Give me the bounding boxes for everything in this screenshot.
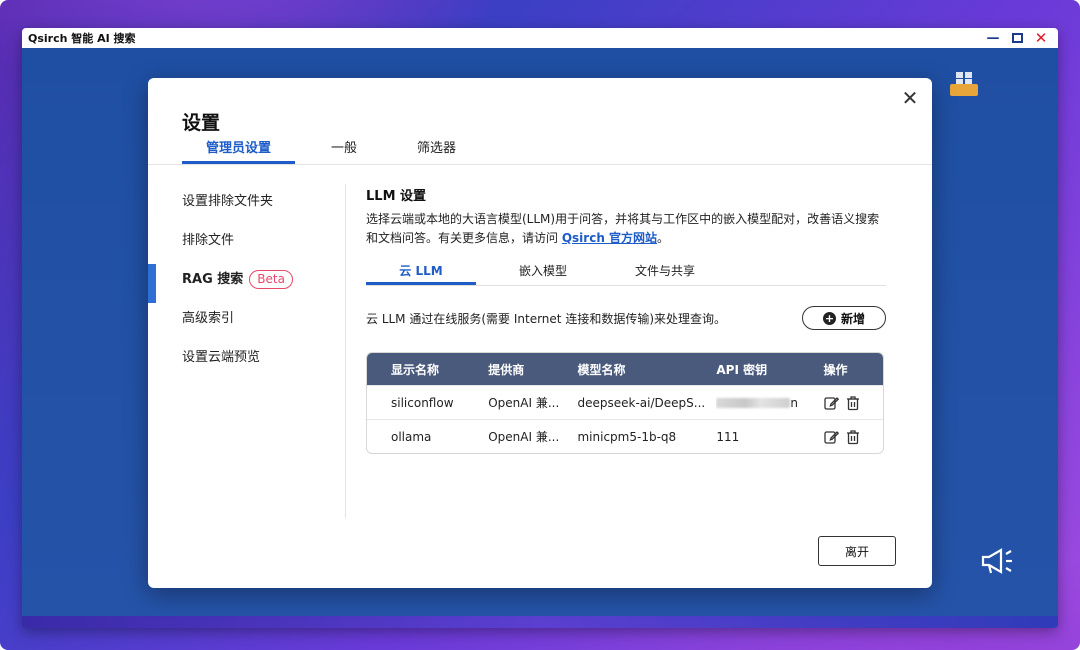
section-description: 选择云端或本地的大语言模型(LLM)用于问答，并将其与工作区中的嵌入模型配对，改… [366, 210, 886, 248]
cell-display-name: siliconflow [391, 395, 454, 410]
trash-icon[interactable] [845, 395, 861, 411]
header-provider: 提供商 [488, 362, 525, 377]
cell-model-name: minicpm5-1b-q8 [577, 429, 677, 444]
cell-model-name: deepseek-ai/DeepS... [577, 395, 706, 410]
sub-tabs: 云 LLM 嵌入模型 文件与共享 [366, 262, 886, 286]
tab-admin-settings[interactable]: 管理员设置 [182, 140, 296, 164]
tab-filters[interactable]: 筛选器 [393, 140, 480, 164]
cloud-llm-row: 云 LLM 通过在线服务(需要 Internet 连接和数据传输)来处理查询。 … [366, 306, 886, 330]
sidebar-item-label: 设置云端预览 [182, 350, 261, 365]
dialog-title: 设置 [182, 112, 221, 134]
sidebar-item-advanced-index[interactable]: 高级索引 [148, 299, 344, 338]
sidebar-item-cloud-preview[interactable]: 设置云端预览 [148, 338, 344, 377]
add-button[interactable]: + 新增 [802, 306, 886, 330]
tab-general[interactable]: 一般 [295, 140, 393, 164]
llm-table: 显示名称 提供商 模型名称 API 密钥 操作 siliconflow Open… [366, 352, 884, 454]
megaphone-icon[interactable] [980, 546, 1016, 580]
window-titlebar: Qsirch 智能 AI 搜索 — ✕ [22, 28, 1058, 48]
minimize-icon[interactable]: — [986, 31, 1000, 45]
blurred-api-key [716, 398, 791, 408]
sidebar-item-exclude-folders[interactable]: 设置排除文件夹 [148, 182, 344, 221]
tabs-divider [148, 164, 932, 165]
sidebar-item-rag-search[interactable]: RAG 搜索 Beta [148, 260, 344, 303]
cell-api-key: n [716, 396, 823, 410]
api-key-tail: n [790, 395, 798, 410]
vertical-divider [345, 184, 346, 518]
window-title: Qsirch 智能 AI 搜索 [28, 32, 136, 45]
sidebar-item-label: 排除文件 [182, 233, 235, 248]
top-tabs: 管理员设置 一般 筛选器 [182, 140, 480, 164]
llm-settings-panel: LLM 设置 选择云端或本地的大语言模型(LLM)用于问答，并将其与工作区中的嵌… [366, 185, 886, 454]
cell-provider: OpenAI 兼... [488, 396, 560, 410]
sidebar-item-label: 设置排除文件夹 [182, 194, 274, 209]
edit-icon[interactable] [823, 429, 840, 445]
window-close-icon[interactable]: ✕ [1034, 30, 1048, 45]
header-actions: 操作 [823, 362, 848, 377]
description-suffix: 。 [657, 231, 670, 245]
header-api-key: API 密钥 [716, 362, 768, 377]
settings-dialog: ✕ 设置 管理员设置 一般 筛选器 设置排除文件夹 排除文件 RAG 搜索 Bet… [148, 78, 932, 588]
table-header: 显示名称 提供商 模型名称 API 密钥 操作 [367, 353, 883, 385]
cell-provider: OpenAI 兼... [488, 430, 560, 444]
settings-sidebar: 设置排除文件夹 排除文件 RAG 搜索 Beta 高级索引 设置云端预览 [148, 182, 344, 377]
cell-display-name: ollama [391, 429, 432, 444]
edit-icon[interactable] [823, 395, 840, 411]
window-controls: — ✕ [986, 30, 1048, 45]
maximize-icon[interactable] [1010, 31, 1024, 45]
sidebar-item-exclude-files[interactable]: 排除文件 [148, 221, 344, 260]
beta-badge: Beta [249, 270, 293, 289]
trash-icon[interactable] [845, 429, 861, 445]
row-actions [823, 429, 883, 445]
row-actions [823, 395, 883, 411]
official-site-link[interactable]: Qsirch 官方网站 [562, 231, 657, 245]
header-display-name: 显示名称 [391, 362, 440, 377]
leave-button[interactable]: 离开 [818, 536, 896, 566]
tab-embedding-model[interactable]: 嵌入模型 [488, 262, 598, 285]
table-row[interactable]: ollama OpenAI 兼... minicpm5-1b-q8 111 [367, 419, 883, 453]
app-icon[interactable] [948, 70, 980, 98]
plus-circle-icon: + [822, 311, 836, 325]
sidebar-item-label: 高级索引 [182, 311, 235, 326]
table-row[interactable]: siliconflow OpenAI 兼... deepseek-ai/Deep… [367, 385, 883, 419]
sidebar-item-label: RAG 搜索 [182, 272, 244, 287]
add-button-label: 新增 [840, 311, 865, 326]
tab-cloud-llm[interactable]: 云 LLM [366, 262, 476, 285]
tab-files-shares[interactable]: 文件与共享 [610, 262, 720, 285]
cloud-llm-description: 云 LLM 通过在线服务(需要 Internet 连接和数据传输)来处理查询。 [366, 311, 726, 326]
header-model-name: 模型名称 [577, 362, 626, 377]
close-icon[interactable]: ✕ [900, 88, 920, 108]
section-title: LLM 设置 [366, 189, 427, 204]
cell-api-key: 111 [716, 429, 740, 444]
